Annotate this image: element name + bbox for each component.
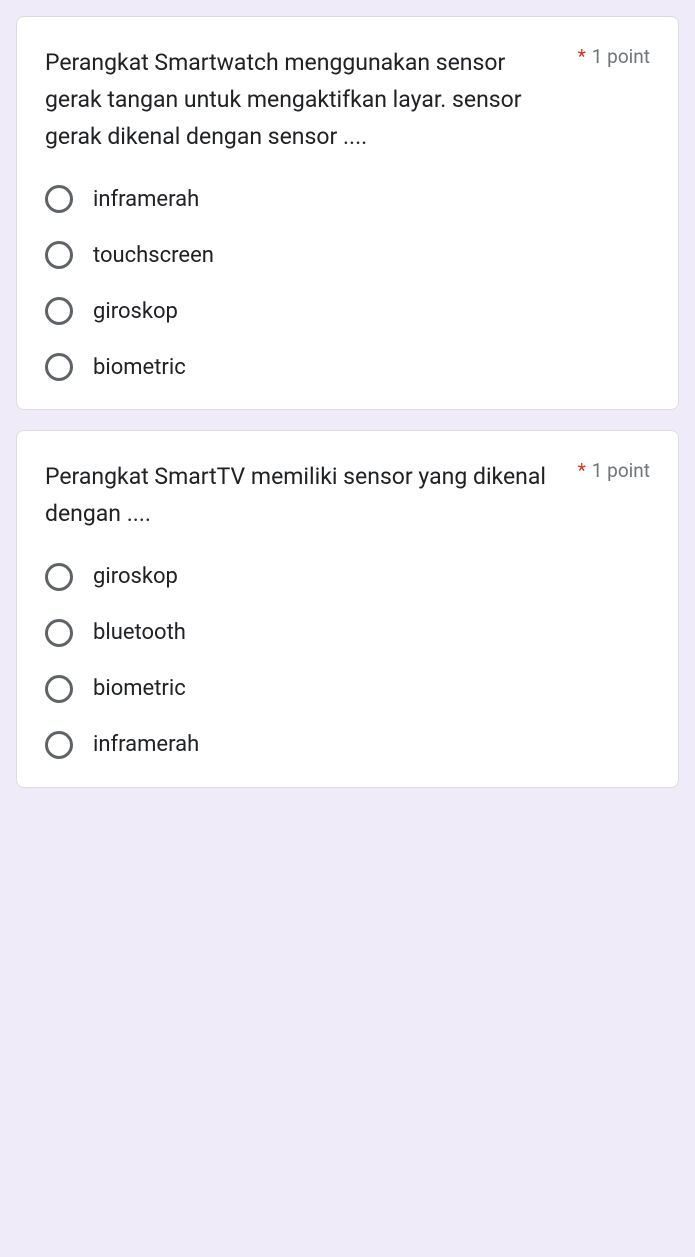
radio-button-icon[interactable] [45, 353, 73, 381]
question-text: Perangkat SmartTV memiliki sensor yang d… [45, 459, 578, 533]
option-label: bluetooth [93, 620, 186, 645]
option-row[interactable]: touchscreen [45, 241, 650, 269]
question-card-2: Perangkat SmartTV memiliki sensor yang d… [16, 430, 679, 788]
points-label: 1 point [592, 459, 650, 482]
option-label: giroskop [93, 564, 178, 589]
option-row[interactable]: inframerah [45, 731, 650, 759]
radio-button-icon[interactable] [45, 675, 73, 703]
radio-button-icon[interactable] [45, 731, 73, 759]
option-label: inframerah [93, 732, 199, 757]
options-list: inframerah touchscreen giroskop biometri… [45, 185, 650, 381]
option-row[interactable]: giroskop [45, 297, 650, 325]
radio-button-icon[interactable] [45, 297, 73, 325]
option-row[interactable]: biometric [45, 675, 650, 703]
question-text: Perangkat Smartwatch menggunakan sensor … [45, 45, 578, 155]
option-row[interactable]: biometric [45, 353, 650, 381]
option-label: inframerah [93, 187, 199, 212]
radio-button-icon[interactable] [45, 241, 73, 269]
radio-button-icon[interactable] [45, 563, 73, 591]
radio-button-icon[interactable] [45, 619, 73, 647]
question-card-1: Perangkat Smartwatch menggunakan sensor … [16, 16, 679, 410]
option-row[interactable]: bluetooth [45, 619, 650, 647]
option-row[interactable]: giroskop [45, 563, 650, 591]
radio-button-icon[interactable] [45, 185, 73, 213]
option-label: biometric [93, 355, 186, 380]
option-label: giroskop [93, 299, 178, 324]
required-asterisk: * [578, 459, 586, 482]
points-container: * 1 point [578, 459, 650, 482]
question-header: Perangkat SmartTV memiliki sensor yang d… [45, 459, 650, 533]
points-label: 1 point [592, 45, 650, 68]
question-header: Perangkat Smartwatch menggunakan sensor … [45, 45, 650, 155]
required-asterisk: * [578, 45, 586, 68]
option-label: biometric [93, 676, 186, 701]
options-list: giroskop bluetooth biometric inframerah [45, 563, 650, 759]
points-container: * 1 point [578, 45, 650, 68]
option-row[interactable]: inframerah [45, 185, 650, 213]
option-label: touchscreen [93, 243, 214, 268]
